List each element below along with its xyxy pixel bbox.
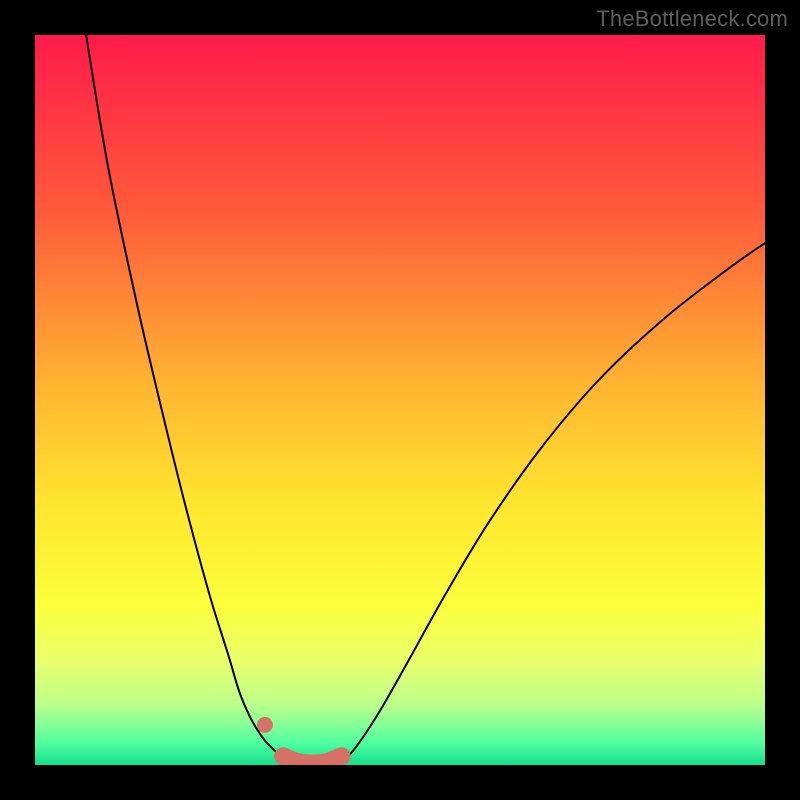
chart-svg [35, 35, 765, 765]
watermark-text: TheBottleneck.com [596, 6, 788, 32]
marker-band [283, 756, 341, 763]
plot-area [35, 35, 765, 765]
gradient-background [35, 35, 765, 765]
chart-frame: TheBottleneck.com [0, 0, 800, 800]
marker-dot [257, 717, 273, 733]
